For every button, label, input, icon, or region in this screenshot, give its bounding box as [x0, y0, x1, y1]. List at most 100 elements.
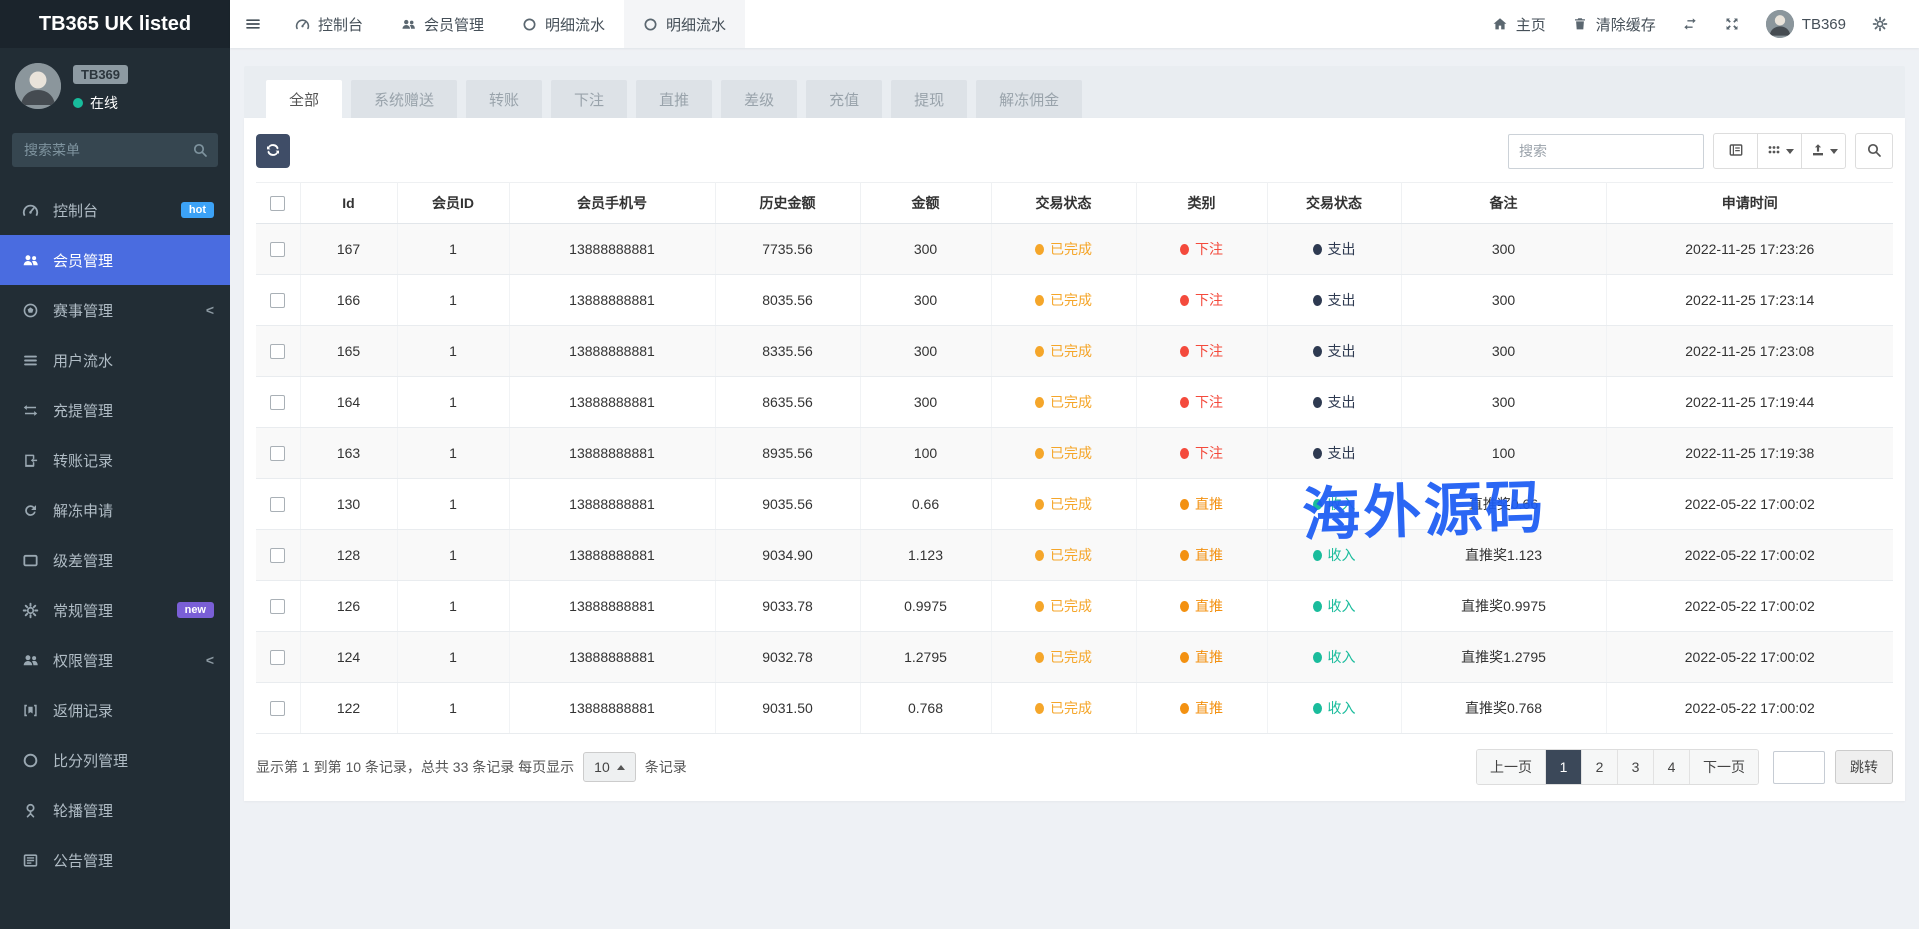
sidebar-item-8[interactable]: 级差管理	[0, 535, 230, 585]
row-checkbox[interactable]	[270, 344, 285, 359]
cell-flow: 支出	[1267, 326, 1401, 377]
profile-menu[interactable]: TB369	[1753, 0, 1859, 48]
gears-icon	[1872, 16, 1888, 32]
sidebar-search-input[interactable]	[12, 133, 218, 167]
hamburger-icon[interactable]	[230, 0, 276, 48]
prev-page-button[interactable]: 上一页	[1477, 750, 1545, 784]
cell-member-id: 1	[397, 224, 509, 275]
filter-tab-label: 直推	[659, 89, 689, 110]
topnav-tab-label: 会员管理	[424, 14, 484, 35]
sidebar-item-14[interactable]: 公告管理	[0, 835, 230, 885]
select-all-header	[256, 183, 300, 224]
refresh-button[interactable]	[256, 134, 290, 168]
export-button[interactable]	[1801, 133, 1846, 169]
next-page-button[interactable]: 下一页	[1689, 750, 1758, 784]
cell-history-amount: 8935.56	[715, 428, 860, 479]
cell-category: 下注	[1136, 326, 1267, 377]
row-checkbox[interactable]	[270, 701, 285, 716]
status-badge: 已完成	[1035, 341, 1092, 361]
filter-tab-5[interactable]: 直推	[636, 80, 712, 118]
filter-tab-3[interactable]: 转账	[466, 80, 542, 118]
cell-remark: 直推奖1.2795	[1401, 632, 1606, 683]
row-checkbox[interactable]	[270, 599, 285, 614]
sidebar-item-10[interactable]: 权限管理<	[0, 635, 230, 685]
per-page-value: 10	[594, 759, 610, 775]
columns-button[interactable]	[1757, 133, 1802, 169]
cell-flow: 支出	[1267, 377, 1401, 428]
category-badge: 下注	[1180, 443, 1223, 463]
page-button-4[interactable]: 4	[1653, 750, 1689, 784]
topnav-tab-1[interactable]: 控制台	[276, 0, 382, 48]
cell-time: 2022-05-22 17:00:02	[1606, 632, 1893, 683]
row-checkbox[interactable]	[270, 650, 285, 665]
sidebar-item-6[interactable]: 转账记录	[0, 435, 230, 485]
clear-cache-button[interactable]: 清除缓存	[1559, 0, 1669, 48]
filter-tab-label: 全部	[289, 89, 319, 110]
cell-amount: 300	[860, 377, 991, 428]
filter-tab-8[interactable]: 提现	[891, 80, 967, 118]
cell-remark: 300	[1401, 224, 1606, 275]
filter-tab-6[interactable]: 差级	[721, 80, 797, 118]
online-status: 在线	[73, 93, 128, 113]
cell-remark: 300	[1401, 275, 1606, 326]
cell-remark: 直推奖0.768	[1401, 683, 1606, 734]
topnav-tab-4[interactable]: 明细流水	[624, 0, 745, 48]
cell-time: 2022-11-25 17:19:44	[1606, 377, 1893, 428]
cell-select	[256, 479, 300, 530]
sidebar-item-2[interactable]: 会员管理	[0, 235, 230, 285]
filter-tab-7[interactable]: 充值	[806, 80, 882, 118]
logbook-button[interactable]	[1669, 0, 1711, 48]
cell-select	[256, 326, 300, 377]
row-checkbox[interactable]	[270, 395, 285, 410]
cell-id: 124	[300, 632, 397, 683]
filter-tab-4[interactable]: 下注	[551, 80, 627, 118]
topnav-tab-3[interactable]: 明细流水	[503, 0, 624, 48]
columns-grid-icon	[1766, 142, 1782, 161]
row-checkbox[interactable]	[270, 446, 285, 461]
sidebar-item-label: 权限管理	[53, 650, 113, 671]
table-row: 1301138888888819035.560.66已完成直推收入直推奖0.66…	[256, 479, 1893, 530]
sidebar-item-13[interactable]: 轮播管理	[0, 785, 230, 835]
new-badge: new	[177, 602, 214, 618]
sidebar-item-11[interactable]: 返佣记录	[0, 685, 230, 735]
filter-tab-9[interactable]: 解冻佣金	[976, 80, 1082, 118]
cell-phone: 13888888881	[509, 326, 715, 377]
caret-down-icon	[1786, 149, 1794, 154]
sidebar-item-5[interactable]: 充提管理	[0, 385, 230, 435]
toggle-search-button[interactable]	[1855, 133, 1893, 169]
row-checkbox[interactable]	[270, 548, 285, 563]
sidebar-item-3[interactable]: 赛事管理<	[0, 285, 230, 335]
sidebar-item-4[interactable]: 用户流水	[0, 335, 230, 385]
caret-down-icon	[1830, 149, 1838, 154]
cell-amount: 100	[860, 428, 991, 479]
status-dot-icon	[1035, 346, 1044, 357]
fullscreen-button[interactable]	[1711, 0, 1753, 48]
sidebar-item-1[interactable]: 控制台hot	[0, 185, 230, 235]
status-dot-icon	[1313, 703, 1322, 714]
toolbar-button-group	[1713, 133, 1846, 169]
page-button-1[interactable]: 1	[1545, 750, 1581, 784]
sidebar-item-label: 轮播管理	[53, 800, 113, 821]
filter-tab-1[interactable]: 全部	[266, 80, 342, 118]
jump-button[interactable]: 跳转	[1835, 750, 1893, 784]
select-all-checkbox[interactable]	[270, 196, 285, 211]
settings-button[interactable]	[1859, 0, 1901, 48]
per-page-select[interactable]: 10	[583, 752, 636, 782]
sidebar-item-7[interactable]: 解冻申请	[0, 485, 230, 535]
row-checkbox[interactable]	[270, 242, 285, 257]
column-header: 会员手机号	[509, 183, 715, 224]
table-search-input[interactable]	[1508, 134, 1704, 169]
page-button-3[interactable]: 3	[1617, 750, 1653, 784]
topnav-tab-2[interactable]: 会员管理	[382, 0, 503, 48]
filter-tab-2[interactable]: 系统赠送	[351, 80, 457, 118]
cell-amount: 1.2795	[860, 632, 991, 683]
detail-view-button[interactable]	[1713, 133, 1758, 169]
pagination-summary-prefix: 显示第 1 到第 10 条记录，总共 33 条记录 每页显示	[256, 757, 574, 777]
home-button[interactable]: 主页	[1479, 0, 1559, 48]
sidebar-item-12[interactable]: 比分列管理	[0, 735, 230, 785]
row-checkbox[interactable]	[270, 293, 285, 308]
row-checkbox[interactable]	[270, 497, 285, 512]
sidebar-item-9[interactable]: 常规管理new	[0, 585, 230, 635]
jump-page-input[interactable]	[1773, 751, 1825, 784]
page-button-2[interactable]: 2	[1581, 750, 1617, 784]
